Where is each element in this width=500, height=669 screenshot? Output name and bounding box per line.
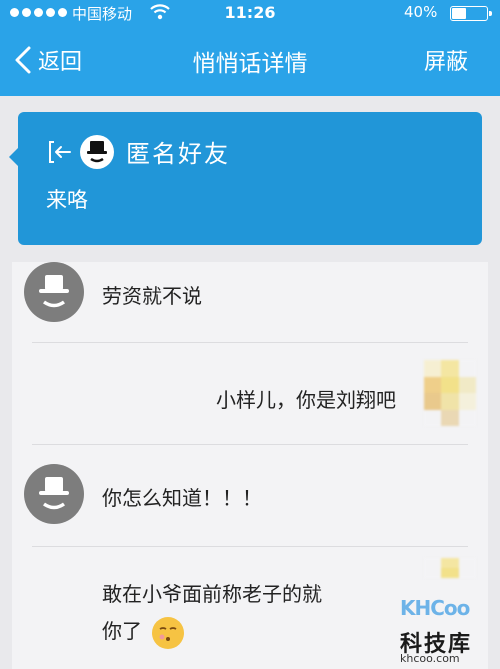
sender-name: 匿名好友 <box>126 140 230 168</box>
smirk-kiss-emoji-icon <box>152 616 185 649</box>
chat-row[interactable]: 你怎么知道！！！ <box>12 446 488 546</box>
anonymous-avatar[interactable] <box>24 262 84 322</box>
message-line-2: 你了 <box>102 615 322 649</box>
message-text: 劳资就不说 <box>102 284 202 308</box>
watermark-url: khcoo.com <box>400 652 460 665</box>
pixelated-avatar[interactable] <box>424 558 476 598</box>
watermark-logo: KHCoo <box>400 596 470 620</box>
whisper-header: 匿名好友 <box>44 134 230 169</box>
chat-row[interactable]: 小样儿，你是刘翔吧 <box>12 344 488 444</box>
divider <box>32 444 468 445</box>
watermark: KHCoo 科技库 khcoo.com <box>392 596 496 666</box>
message-text: 你怎么知道！！！ <box>102 486 262 510</box>
battery-icon <box>450 6 492 21</box>
block-button[interactable]: 屏蔽 <box>424 44 468 76</box>
chevron-left-icon <box>15 46 31 74</box>
back-label: 返回 <box>38 50 83 75</box>
back-button[interactable]: 返回 <box>12 42 82 78</box>
chat-row[interactable]: 劳资就不说 <box>12 262 488 344</box>
message-line: 你了 <box>102 619 142 643</box>
battery-percentage: 40% <box>404 3 438 21</box>
status-bar: 中国移动 11:26 40% <box>0 0 500 26</box>
divider <box>32 546 468 547</box>
divider <box>32 342 468 343</box>
anonymous-avatar-icon <box>80 134 114 169</box>
exit-icon <box>49 140 71 163</box>
anonymous-avatar[interactable] <box>24 464 84 524</box>
top-bar: 中国移动 11:26 40% 返回 悄悄话详情 屏蔽 <box>0 0 500 96</box>
message-text: 小样儿，你是刘翔吧 <box>216 388 396 412</box>
message-line: 敢在小爷面前称老子的就 <box>102 582 322 606</box>
whisper-message: 来咯 <box>46 188 88 212</box>
pixelated-avatar[interactable] <box>424 360 476 426</box>
message-text: 敢在小爷面前称老子的就 你了 <box>102 578 322 649</box>
whisper-card[interactable]: 匿名好友 来咯 <box>9 112 482 245</box>
